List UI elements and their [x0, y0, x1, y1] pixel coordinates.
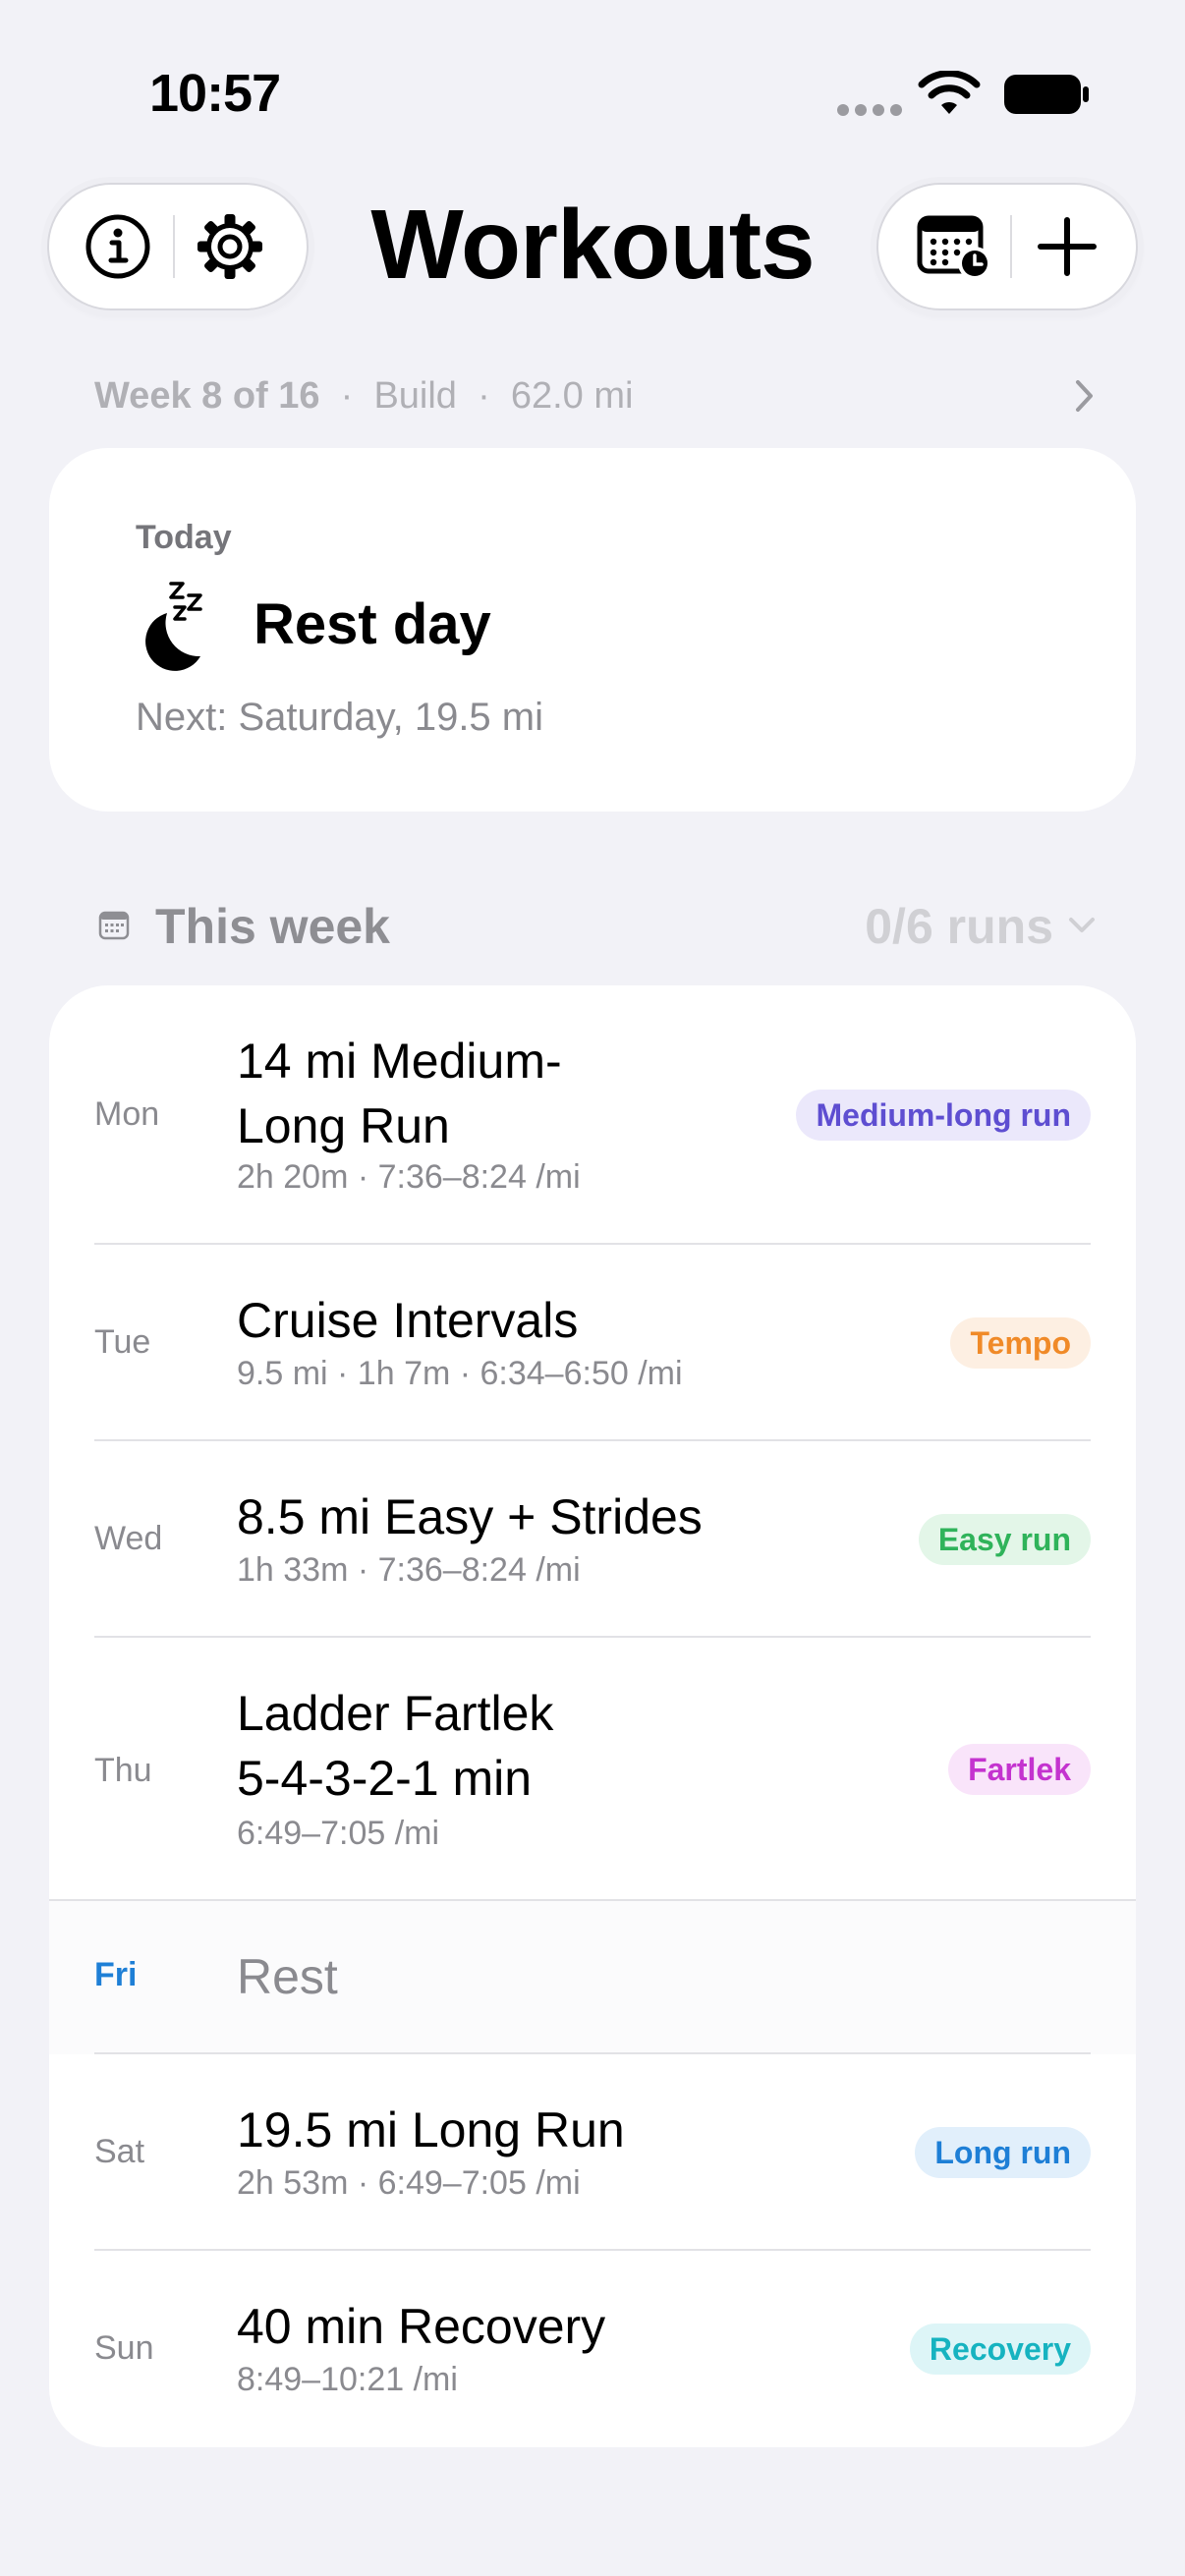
workout-type-badge: Recovery [909, 2324, 1091, 2375]
calendar-icon [98, 911, 130, 940]
day-label: Tue [94, 1323, 151, 1361]
day-label: Wed [94, 1520, 163, 1557]
workout-row-wed[interactable]: Wed 8.5 mi Easy + Strides 1h 33m · 7:36–… [49, 1441, 1136, 1638]
gear-icon [198, 214, 262, 279]
sleep-moon-icon [145, 582, 202, 671]
workout-type-badge: Medium-long run [796, 1090, 1091, 1141]
training-phase: Build [373, 374, 457, 417]
chevron-down-icon[interactable] [1067, 916, 1097, 935]
week-distance: 62.0 mi [510, 374, 634, 417]
wifi-icon [918, 71, 981, 114]
add-workout-button[interactable] [1012, 192, 1122, 302]
calendar-clock-icon [917, 215, 991, 280]
workout-row-mon[interactable]: Mon 14 mi Medium- Long Run 2h 20m · 7:36… [49, 985, 1136, 1245]
week-progress: Week 8 of 16 [94, 374, 320, 417]
workout-meta: 9.5 mi · 1h 7m · 6:34–6:50 /mi [237, 1355, 683, 1392]
info-button[interactable] [63, 192, 173, 302]
section-title: This week [155, 899, 390, 954]
day-label: Mon [94, 1095, 160, 1133]
workout-meta: 1h 33m · 7:36–8:24 /mi [237, 1551, 581, 1589]
workout-row-tue[interactable]: Tue Cruise Intervals 9.5 mi · 1h 7m · 6:… [49, 1245, 1136, 1441]
status-time: 10:57 [149, 64, 281, 123]
workout-type-badge: Fartlek [948, 1744, 1091, 1795]
plus-icon [1038, 217, 1097, 276]
chevron-right-icon [1076, 380, 1093, 412]
workout-row-sun[interactable]: Sun 40 min Recovery 8:49–10:21 /mi Recov… [49, 2251, 1136, 2447]
today-workout-title: Rest day [254, 592, 491, 656]
workout-title: 19.5 mi Long Run [237, 2102, 625, 2157]
workout-type-badge: Easy run [918, 1514, 1091, 1565]
workout-row-fri[interactable]: Fri Rest [49, 1901, 1136, 2054]
info-icon [85, 214, 150, 279]
workout-title: Cruise Intervals [237, 1293, 579, 1348]
runs-count-dropdown[interactable]: 0/6 runs [865, 898, 1053, 955]
separator: · [340, 374, 354, 417]
workout-title: Rest [237, 1949, 338, 2004]
battery-icon [1004, 75, 1089, 114]
day-label-today: Fri [94, 1956, 138, 1993]
workout-row-sat[interactable]: Sat 19.5 mi Long Run 2h 53m · 6:49–7:05 … [49, 2054, 1136, 2251]
today-card[interactable]: Today Rest day Next: Saturday, 19.5 mi [49, 448, 1136, 812]
workout-meta: 2h 20m · 7:36–8:24 /mi [237, 1158, 581, 1196]
today-label: Today [136, 519, 232, 556]
schedule-button[interactable] [900, 192, 1010, 302]
workout-row-thu[interactable]: Thu Ladder Fartlek 5-4-3-2-1 min 6:49–7:… [49, 1638, 1136, 1901]
separator: · [478, 374, 490, 417]
day-label: Sat [94, 2133, 145, 2170]
page-title: Workouts [370, 190, 815, 300]
day-label: Thu [94, 1752, 152, 1789]
day-label: Sun [94, 2329, 154, 2367]
week-summary[interactable]: Week 8 of 16 · Build · 62.0 mi [94, 371, 1097, 420]
workout-meta: 2h 53m · 6:49–7:05 /mi [237, 2164, 581, 2202]
workout-title: 40 min Recovery [237, 2299, 606, 2354]
header-right-button-group [876, 183, 1138, 310]
status-bar: 10:57 [0, 0, 1185, 187]
next-workout-text: Next: Saturday, 19.5 mi [136, 696, 543, 739]
workout-title: 8.5 mi Easy + Strides [237, 1489, 703, 1544]
workout-type-badge: Tempo [950, 1317, 1091, 1369]
this-week-header: This week 0/6 runs [94, 892, 1097, 957]
workout-type-badge: Long run [915, 2127, 1091, 2178]
week-workout-list: Mon 14 mi Medium- Long Run 2h 20m · 7:36… [49, 985, 1136, 2447]
cellular-signal-icon [837, 104, 902, 118]
header-left-button-group [47, 183, 309, 310]
workout-title: 14 mi Medium- Long Run [237, 1034, 562, 1153]
workout-meta: 6:49–7:05 /mi [237, 1815, 440, 1852]
workout-meta: 8:49–10:21 /mi [237, 2361, 458, 2398]
workout-title: Ladder Fartlek 5-4-3-2-1 min [237, 1686, 554, 1806]
settings-button[interactable] [175, 192, 285, 302]
